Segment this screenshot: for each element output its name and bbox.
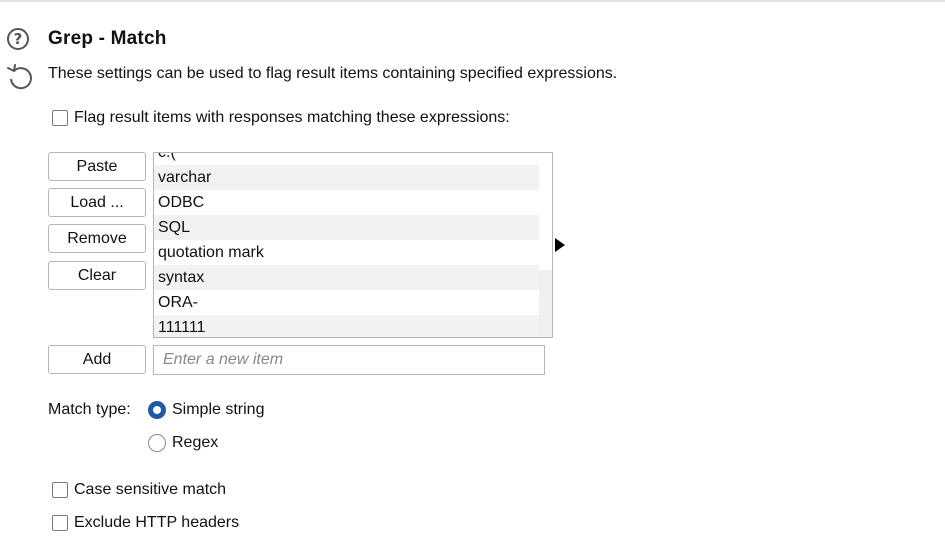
simple-string-radio[interactable] <box>148 401 166 419</box>
expressions-list[interactable]: c.( varchar ODBC SQL quotation mark synt… <box>153 152 553 338</box>
top-divider <box>0 0 945 2</box>
load-button[interactable]: Load ... <box>48 188 146 217</box>
simple-string-label: Simple string <box>172 401 265 418</box>
add-button[interactable]: Add <box>48 345 146 374</box>
list-item[interactable]: syntax <box>154 265 539 290</box>
case-sensitive-option[interactable]: Case sensitive match <box>52 481 226 499</box>
list-item[interactable]: ORA- <box>154 290 539 315</box>
list-item[interactable]: 111111 <box>154 315 539 337</box>
exclude-http-headers-checkbox[interactable] <box>52 515 68 531</box>
case-sensitive-label: Case sensitive match <box>74 481 227 498</box>
remove-button[interactable]: Remove <box>48 224 146 253</box>
list-item[interactable]: ODBC <box>154 190 539 215</box>
exclude-http-headers-label: Exclude HTTP headers <box>74 514 240 531</box>
match-type-label: Match type: <box>48 401 131 418</box>
list-scroll-thumb[interactable] <box>539 270 552 337</box>
flag-result-items-label: Flag result items with responses matchin… <box>74 109 510 126</box>
new-item-input[interactable]: Enter a new item <box>153 345 545 375</box>
flag-result-items-checkbox[interactable] <box>52 110 68 126</box>
regex-label: Regex <box>172 434 219 451</box>
flag-result-items-option[interactable]: Flag result items with responses matchin… <box>52 109 510 127</box>
expressions-list-items: c.( varchar ODBC SQL quotation mark synt… <box>154 153 539 337</box>
section-description: These settings can be used to flag resul… <box>48 65 618 82</box>
match-type-simple-string-option[interactable]: Simple string <box>148 401 264 419</box>
list-item[interactable]: c.( <box>154 153 539 165</box>
case-sensitive-checkbox[interactable] <box>52 482 68 498</box>
exclude-http-headers-option[interactable]: Exclude HTTP headers <box>52 514 239 532</box>
regex-radio[interactable] <box>148 434 166 452</box>
match-type-regex-option[interactable]: Regex <box>148 434 218 452</box>
reset-defaults-icon[interactable] <box>5 62 35 92</box>
list-item[interactable]: varchar <box>154 165 539 190</box>
list-item[interactable]: quotation mark <box>154 240 539 265</box>
list-item[interactable]: SQL <box>154 215 539 240</box>
list-scrollbar[interactable] <box>539 153 552 337</box>
expand-arrow-icon[interactable] <box>555 238 565 252</box>
help-icon[interactable]: ? <box>7 28 29 50</box>
section-title: Grep - Match <box>48 28 167 49</box>
paste-button[interactable]: Paste <box>48 152 146 181</box>
clear-button[interactable]: Clear <box>48 261 146 290</box>
